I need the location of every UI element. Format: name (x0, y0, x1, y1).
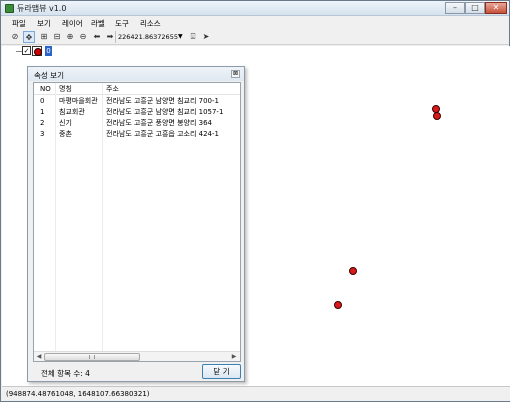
attribute-dialog: 속성 보기 ⊠ NO 명칭 주소 0 마평마을회관 전라남도 고흥군 남양면 침… (27, 66, 245, 382)
cell-name: 중촌 (59, 130, 72, 138)
map-point[interactable] (433, 112, 441, 120)
title-bar[interactable]: 듀라맵뷰 v1.0 – □ ✕ (1, 1, 509, 16)
close-dialog-button[interactable]: 닫 기 (202, 364, 241, 379)
cell-address: 전라남도 고흥군 남양면 침교리 700-1 (106, 97, 219, 105)
column-header-no[interactable]: NO (40, 84, 51, 94)
column-header-address[interactable]: 주소 (106, 84, 119, 94)
cell-name: 침교회관 (59, 108, 85, 116)
layer-visibility-checkbox[interactable]: ✓ (22, 46, 31, 55)
cell-no: 1 (40, 108, 45, 116)
status-bar: (948874.48761048, 1648107.66380321) (2, 386, 510, 401)
maximize-button[interactable]: □ (465, 2, 485, 14)
coordinate-readout: (948874.48761048, 1648107.66380321) (6, 390, 150, 398)
record-count: 전체 항목 수: 4 (41, 369, 90, 378)
menu-view[interactable]: 보기 (37, 18, 51, 29)
pan-icon[interactable]: ✥ (23, 31, 35, 43)
link-icon[interactable]: ⊘ (9, 31, 21, 43)
cell-no: 0 (40, 97, 45, 105)
table-row[interactable]: 2 신기 전라남도 고흥군 풍양면 봉양리 364 (34, 118, 240, 129)
point-symbol-icon (32, 46, 42, 56)
cell-no: 2 (40, 119, 45, 127)
pointer-icon[interactable]: ➤ (200, 31, 212, 43)
table-row[interactable]: 3 중촌 전라남도 고흥군 고흥읍 고소리 424-1 (34, 129, 240, 140)
map-point[interactable] (334, 301, 342, 309)
menu-tools[interactable]: 도구 (115, 18, 129, 29)
cell-address: 전라남도 고흥군 풍양면 봉양리 364 (106, 119, 212, 127)
window-title: 듀라맵뷰 v1.0 (17, 4, 67, 13)
scroll-left-icon[interactable]: ◀ (35, 353, 43, 361)
cell-no: 3 (40, 130, 45, 138)
horizontal-scrollbar[interactable]: ◀ ▶ (34, 351, 240, 361)
menu-layer[interactable]: 레이어 (62, 18, 83, 29)
cell-name: 마평마을회관 (59, 97, 98, 105)
scroll-right-icon[interactable]: ▶ (230, 353, 238, 361)
layer-index-badge[interactable]: 0 (45, 46, 52, 56)
grip-icon (89, 355, 95, 359)
zoom-in-icon[interactable]: ⊕ (64, 31, 76, 43)
table-header: NO 명칭 주소 (34, 83, 240, 95)
toolbar-separator (115, 31, 116, 43)
menu-bar: 파일 보기 레이어 라벨 도구 리소스 (1, 16, 509, 29)
back-arrow-icon[interactable]: ⬅ (91, 31, 103, 43)
cell-address: 전라남도 고흥군 고흥읍 고소리 424-1 (106, 130, 219, 138)
app-icon (5, 4, 14, 13)
map-point[interactable] (349, 267, 357, 275)
dialog-title: 속성 보기 (34, 71, 64, 80)
toolbar: ⊘ ✥ ⊞ ⊟ ⊕ ⊖ ⬅ ➡ 226421.86372655 ▼ ⍗ ➤ (1, 29, 509, 45)
cell-address: 전라남도 고흥군 남양면 침교리 1057-1 (106, 108, 224, 116)
zoom-out-icon[interactable]: ⊖ (77, 31, 89, 43)
scroll-thumb[interactable] (44, 353, 140, 361)
menu-resources[interactable]: 리소스 (140, 18, 161, 29)
zoom-extent-icon[interactable]: ⊞ (38, 31, 50, 43)
dialog-title-bar[interactable]: 속성 보기 ⊠ (28, 67, 244, 81)
table-row[interactable]: 0 마평마을회관 전라남도 고흥군 남양면 침교리 700-1 (34, 96, 240, 107)
minimize-button[interactable]: – (445, 2, 465, 14)
column-header-name[interactable]: 명칭 (59, 84, 72, 94)
table-row[interactable]: 1 침교회관 전라남도 고흥군 남양면 침교리 1057-1 (34, 107, 240, 118)
cell-name: 신기 (59, 119, 72, 127)
measure-icon[interactable]: ⍗ (187, 31, 199, 43)
zoom-box-icon[interactable]: ⊟ (51, 31, 63, 43)
menu-label[interactable]: 라벨 (91, 18, 105, 29)
menu-file[interactable]: 파일 (12, 18, 26, 29)
chevron-down-icon[interactable]: ▼ (178, 31, 183, 43)
attribute-table[interactable]: NO 명칭 주소 0 마평마을회관 전라남도 고흥군 남양면 침교리 700-1… (33, 82, 241, 362)
dialog-close-icon[interactable]: ⊠ (231, 70, 240, 78)
close-button[interactable]: ✕ (485, 2, 507, 14)
